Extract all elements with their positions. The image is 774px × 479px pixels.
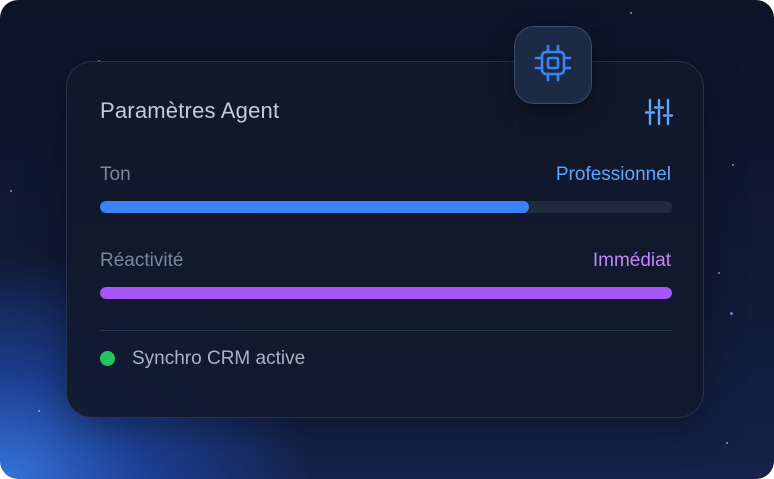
sliders-icon[interactable] bbox=[644, 98, 674, 126]
star-decoration bbox=[732, 164, 734, 166]
setting-label-ton: Ton bbox=[100, 164, 131, 185]
setting-label-reactivite: Réactivité bbox=[100, 250, 184, 271]
cpu-chip-icon bbox=[533, 43, 573, 88]
star-decoration bbox=[718, 272, 720, 274]
star-decoration bbox=[726, 442, 728, 444]
reactivite-level-fill bbox=[100, 287, 672, 299]
status-indicator-dot bbox=[100, 351, 115, 366]
status-text: Synchro CRM active bbox=[132, 348, 306, 369]
ton-level-fill bbox=[100, 201, 529, 213]
reactivite-level-bar[interactable] bbox=[100, 287, 672, 299]
chip-badge bbox=[514, 26, 592, 104]
agent-settings-card: Paramètres Agent Ton Professionnel Réact… bbox=[66, 61, 704, 418]
star-decoration bbox=[730, 312, 733, 315]
star-decoration bbox=[630, 12, 632, 14]
divider bbox=[100, 330, 672, 331]
star-decoration bbox=[38, 410, 40, 412]
setting-value-ton: Professionnel bbox=[555, 164, 671, 185]
card-title: Paramètres Agent bbox=[100, 98, 280, 123]
ton-level-bar[interactable] bbox=[100, 201, 672, 213]
star-decoration bbox=[10, 190, 12, 192]
background-panel: Paramètres Agent Ton Professionnel Réact… bbox=[0, 0, 774, 479]
setting-value-reactivite: Immédiat bbox=[592, 250, 671, 271]
